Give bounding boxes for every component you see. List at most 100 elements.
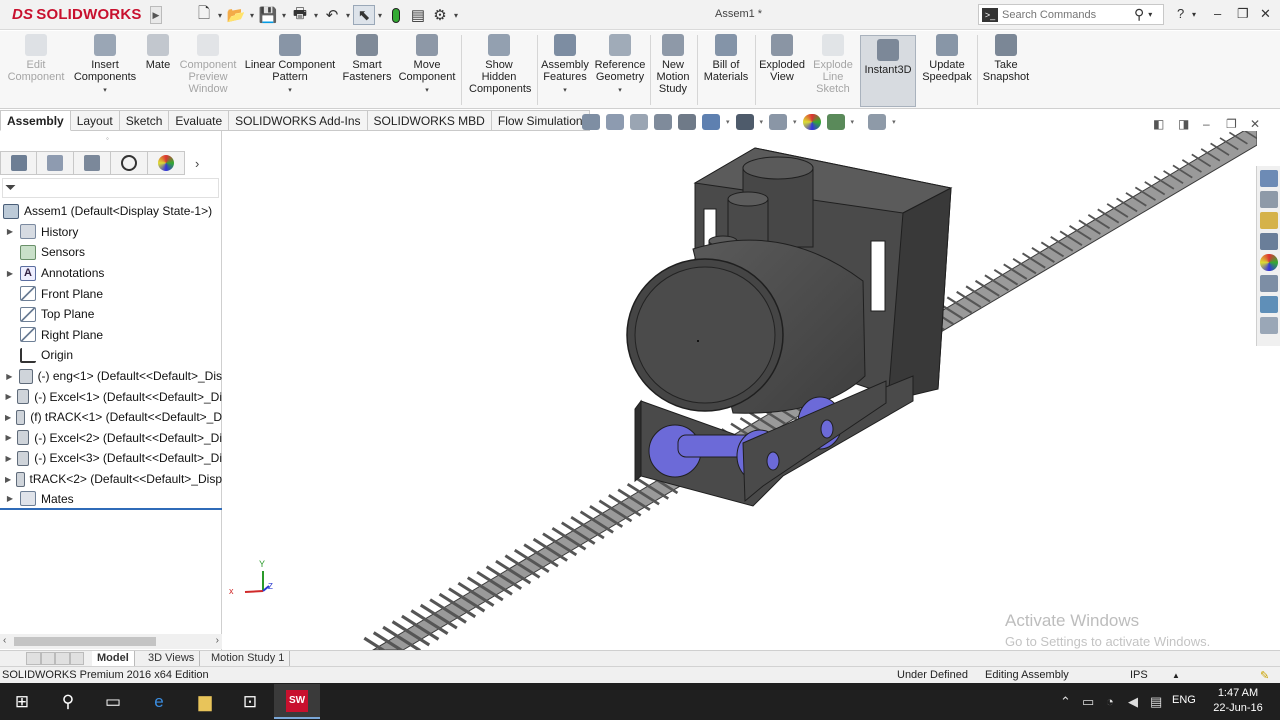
tree-item-track-1[interactable]: ▶ (f) tRACK<1> (Default<<Default>_D bbox=[0, 407, 222, 428]
explode-line-sketch-button[interactable]: Explode Line Sketch bbox=[810, 34, 856, 95]
tab-dimxpert-manager[interactable] bbox=[111, 151, 148, 175]
custom-properties-icon[interactable] bbox=[1260, 275, 1278, 292]
tree-item-annotations[interactable]: ▶ A Annotations bbox=[0, 263, 222, 284]
tab-motion-study-1[interactable]: Motion Study 1 bbox=[206, 651, 291, 666]
tree-item-eng-1[interactable]: ▶ (-) eng<1> (Default<<Default>_Dis bbox=[0, 366, 222, 387]
expand-arrow-icon[interactable]: ▶ bbox=[5, 392, 12, 401]
tree-item-top-plane[interactable]: Top Plane bbox=[0, 304, 222, 325]
tree-horizontal-scrollbar[interactable]: ‹ › bbox=[0, 634, 222, 649]
task-view-icon[interactable]: ▭ bbox=[103, 692, 123, 712]
take-snapshot-button[interactable]: Take Snapshot bbox=[980, 34, 1032, 83]
tree-item-mates[interactable]: ▶ Mates bbox=[0, 489, 222, 510]
dynamic-annotation-icon[interactable] bbox=[678, 114, 696, 130]
expand-arrow-icon[interactable]: ▶ bbox=[5, 227, 15, 236]
zoom-to-fit-icon[interactable] bbox=[582, 114, 600, 130]
tabs-more-arrow-icon[interactable]: › bbox=[195, 156, 199, 171]
tree-item-track-2[interactable]: ▶ tRACK<2> (Default<<Default>_Disp bbox=[0, 469, 222, 490]
component-preview-button[interactable]: Component Preview Window bbox=[177, 34, 239, 95]
tab-assembly[interactable]: Assembly bbox=[0, 110, 71, 131]
close-icon[interactable]: ✕ bbox=[1260, 6, 1271, 22]
tab-navigation-arrows[interactable] bbox=[26, 652, 84, 665]
tree-root-assembly[interactable]: Assem1 (Default<Display State-1>) bbox=[0, 201, 222, 222]
rebuild-status-icon[interactable]: ✎ bbox=[1260, 669, 1269, 682]
smart-fasteners-button[interactable]: Smart Fasteners bbox=[340, 34, 394, 83]
view-palette-icon[interactable] bbox=[1260, 233, 1278, 250]
tree-item-excel-2[interactable]: ▶ (-) Excel<2> (Default<<Default>_Di bbox=[0, 428, 222, 449]
view-orientation-icon[interactable] bbox=[702, 114, 720, 130]
design-library-icon[interactable] bbox=[1260, 191, 1278, 208]
volume-icon[interactable]: ◀ bbox=[1128, 694, 1138, 710]
edge-browser-icon[interactable]: e bbox=[149, 692, 169, 712]
tab-flow-simulation[interactable]: Flow Simulation bbox=[491, 110, 590, 131]
tree-item-front-plane[interactable]: Front Plane bbox=[0, 283, 222, 304]
model-viewport[interactable]: Y x Z bbox=[223, 131, 1257, 650]
print-icon[interactable]: 🖶 bbox=[289, 5, 311, 25]
search-dropdown-icon[interactable]: ▾ bbox=[1148, 10, 1152, 19]
mate-button[interactable]: Mate bbox=[143, 34, 173, 71]
select-dropdown-icon[interactable]: ▾ bbox=[375, 11, 385, 20]
forum-icon[interactable] bbox=[1260, 317, 1278, 334]
reference-geometry-dropdown-icon[interactable]: ▾ bbox=[618, 85, 622, 97]
select-icon[interactable]: ⬉ bbox=[353, 5, 375, 25]
scroll-right-icon[interactable]: › bbox=[216, 635, 219, 646]
store-icon[interactable]: ⊡ bbox=[240, 692, 260, 712]
section-view-icon[interactable] bbox=[654, 114, 672, 130]
linear-pattern-button[interactable]: Linear Component Pattern ▾ bbox=[244, 34, 336, 97]
assembly-features-dropdown-icon[interactable]: ▾ bbox=[563, 85, 567, 97]
undo-dropdown-icon[interactable]: ▾ bbox=[343, 11, 353, 20]
file-explorer-icon[interactable] bbox=[1260, 212, 1278, 229]
save-icon[interactable]: 💾 bbox=[257, 5, 279, 25]
view-settings-icon[interactable] bbox=[868, 114, 887, 130]
options-icon[interactable]: ⚙ bbox=[429, 5, 451, 25]
tab-model[interactable]: Model bbox=[92, 651, 135, 666]
tree-item-right-plane[interactable]: Right Plane bbox=[0, 325, 222, 346]
display-style-dropdown-icon[interactable]: ▾ bbox=[760, 118, 764, 126]
expand-arrow-icon[interactable]: ▶ bbox=[5, 494, 15, 503]
search-commands[interactable]: >_ ⚲ ▾ bbox=[978, 4, 1164, 25]
tree-item-origin[interactable]: Origin bbox=[0, 345, 222, 366]
insert-components-button[interactable]: Insert Components ▾ bbox=[72, 34, 138, 97]
bill-of-materials-button[interactable]: Bill of Materials bbox=[700, 34, 752, 83]
move-component-button[interactable]: Move Component ▾ bbox=[397, 34, 457, 97]
units-dropdown-icon[interactable]: ▲ bbox=[1172, 671, 1180, 680]
solidworks-logo[interactable]: DS SOLIDWORKS bbox=[12, 6, 142, 23]
previous-view-icon[interactable] bbox=[630, 114, 648, 130]
expand-arrow-icon[interactable]: ▶ bbox=[5, 372, 14, 381]
tree-filter[interactable]: ⏷ bbox=[2, 178, 219, 198]
viewport-minimize-icon[interactable]: – bbox=[1203, 117, 1210, 131]
home-icon[interactable] bbox=[1260, 170, 1278, 187]
tab-feature-manager[interactable] bbox=[0, 151, 37, 175]
insert-components-dropdown-icon[interactable]: ▾ bbox=[103, 85, 107, 97]
tab-property-manager[interactable] bbox=[37, 151, 74, 175]
edit-component-button[interactable]: Edit Component bbox=[6, 34, 66, 83]
instant3d-button[interactable]: Instant3D bbox=[860, 35, 916, 107]
zoom-to-area-icon[interactable] bbox=[606, 114, 624, 130]
edit-appearance-icon[interactable] bbox=[802, 114, 821, 130]
solidworks-taskbar-button[interactable]: SW bbox=[274, 684, 320, 719]
network-icon[interactable]: ◔ bbox=[1106, 694, 1114, 709]
locomotive-model[interactable] bbox=[626, 147, 953, 507]
scrollbar-thumb[interactable] bbox=[14, 637, 156, 646]
tree-item-excel-3[interactable]: ▶ (-) Excel<3> (Default<<Default>_Di bbox=[0, 448, 222, 469]
tree-item-history[interactable]: ▶ History bbox=[0, 222, 222, 243]
hide-show-dropdown-icon[interactable]: ▾ bbox=[793, 118, 797, 126]
show-hidden-components-button[interactable]: Show Hidden Components bbox=[465, 34, 533, 95]
assembly-features-button[interactable]: Assembly Features ▾ bbox=[540, 34, 590, 97]
status-units[interactable]: IPS bbox=[1130, 669, 1148, 681]
expand-arrow-icon[interactable]: ▶ bbox=[5, 475, 11, 484]
new-document-icon[interactable]: 🗋 bbox=[193, 5, 215, 25]
view-orientation-dropdown-icon[interactable]: ▾ bbox=[726, 118, 730, 126]
file-explorer-icon[interactable]: ▆ bbox=[195, 692, 215, 712]
apply-scene-icon[interactable] bbox=[826, 114, 845, 130]
help-dropdown-icon[interactable]: ▾ bbox=[1192, 10, 1196, 19]
tray-expand-icon[interactable]: ⌃ bbox=[1060, 694, 1071, 710]
appearances-icon[interactable] bbox=[1260, 254, 1278, 271]
view-settings-dropdown-icon[interactable]: ▾ bbox=[892, 118, 896, 126]
undo-icon[interactable]: ↶ bbox=[321, 5, 343, 25]
battery-icon[interactable]: ▭ bbox=[1082, 694, 1094, 710]
menu-expand-arrow-icon[interactable]: ▶ bbox=[150, 6, 162, 24]
search-icon[interactable]: ⚲ bbox=[58, 692, 78, 712]
viewport-close-icon[interactable]: ✕ bbox=[1250, 117, 1260, 131]
viewport-split-right-icon[interactable]: ◨ bbox=[1178, 117, 1189, 131]
system-clock[interactable]: 1:47 AM 22-Jun-16 bbox=[1210, 686, 1266, 716]
